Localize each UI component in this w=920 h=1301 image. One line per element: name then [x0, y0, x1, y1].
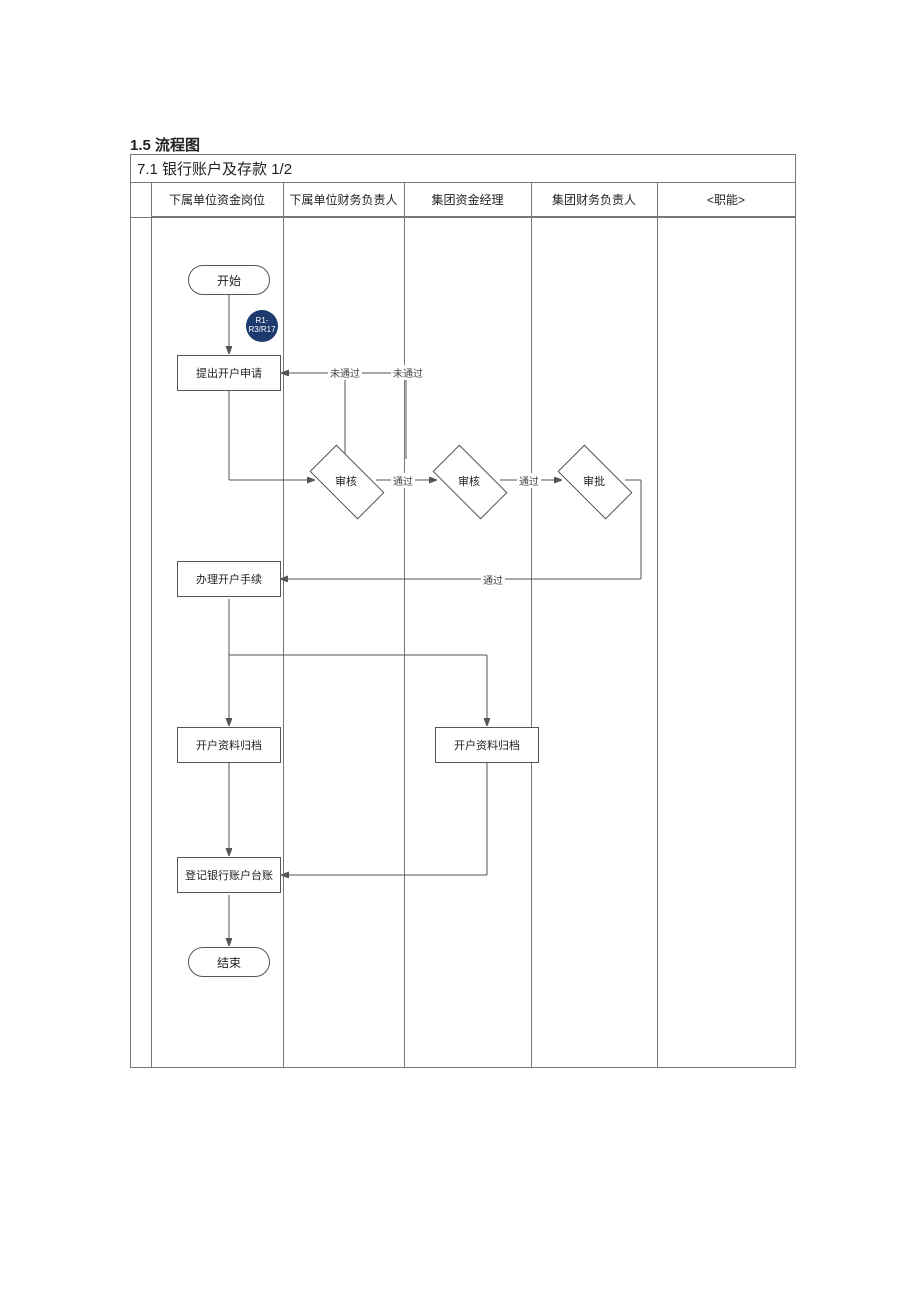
process-ledger: 登记银行账户台账 [177, 857, 281, 893]
lane-header-2: 下属单位财务负责人 [283, 183, 404, 217]
lane-header-1: 下属单位资金岗位 [151, 183, 283, 217]
edge-pass-1: 通过 [391, 473, 415, 488]
decision-review-1 [310, 445, 385, 520]
lane-header-4: 集团财务负责人 [531, 183, 657, 217]
flowchart-frame: 7.1 银行账户及存款 1/2 下属单位资金岗位 下属单位财务负责人 集团资金经… [130, 154, 796, 1068]
lane-header-3: 集团资金经理 [404, 183, 531, 217]
process-handle: 办理开户手续 [177, 561, 281, 597]
process-archive-2: 开户资料归档 [435, 727, 539, 763]
start-node: 开始 [188, 265, 270, 295]
edge-fail-2: 未通过 [391, 365, 425, 380]
lane-divider [404, 183, 405, 1067]
rule-badge: R1-R3/R17 [246, 310, 278, 342]
lane-divider [531, 183, 532, 1067]
lane-header-separator [131, 217, 795, 218]
lane-divider [657, 183, 658, 1067]
edge-pass-2: 通过 [517, 473, 541, 488]
lane-divider [151, 183, 152, 1067]
process-archive-1: 开户资料归档 [177, 727, 281, 763]
edge-pass-3: 通过 [481, 572, 505, 587]
edge-fail-1: 未通过 [328, 365, 362, 380]
end-node: 结束 [188, 947, 270, 977]
lane-header-5: <职能> [657, 183, 795, 217]
lane-divider [283, 183, 284, 1067]
flowchart-title: 7.1 银行账户及存款 1/2 [131, 155, 795, 183]
section-heading: 1.5 流程图 [130, 134, 200, 155]
process-apply: 提出开户申请 [177, 355, 281, 391]
decision-review-2 [433, 445, 508, 520]
decision-approve [558, 445, 633, 520]
